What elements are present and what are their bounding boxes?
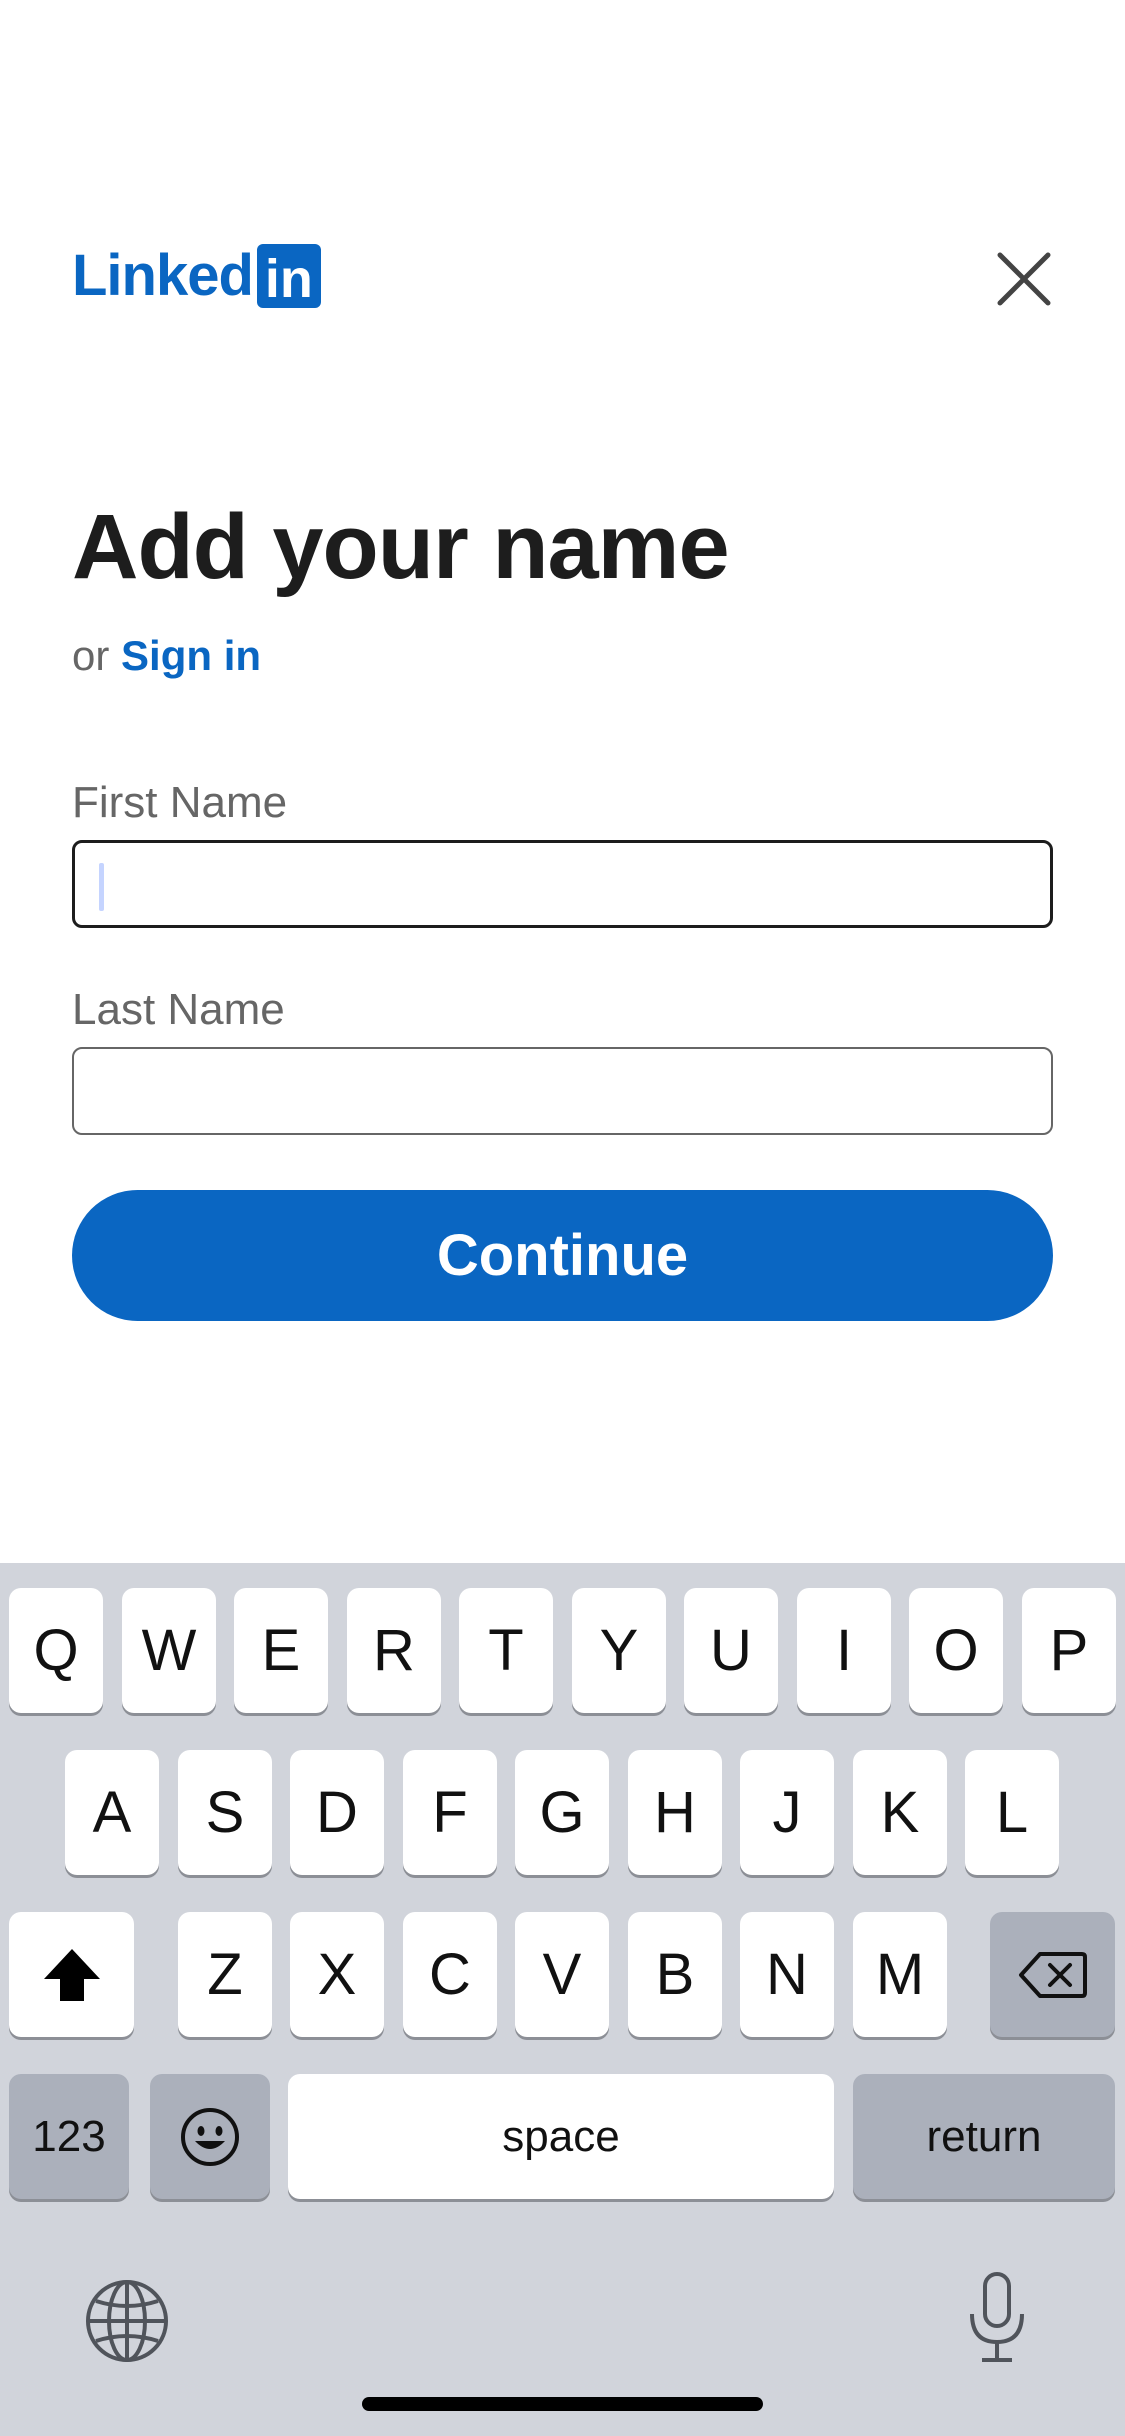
page-title: Add your name: [72, 496, 730, 598]
microphone-button[interactable]: [962, 2268, 1032, 2368]
close-button[interactable]: [990, 245, 1058, 313]
key-v[interactable]: V: [515, 1912, 609, 2037]
key-u[interactable]: U: [684, 1588, 778, 1713]
key-n[interactable]: N: [740, 1912, 834, 2037]
numbers-key[interactable]: 123: [9, 2074, 129, 2199]
emoji-icon: [181, 2107, 239, 2166]
last-name-input[interactable]: [74, 1049, 1051, 1133]
backspace-icon: [1018, 1951, 1087, 1998]
microphone-icon: [970, 2272, 1024, 2362]
or-text: or: [72, 632, 110, 679]
key-q[interactable]: Q: [9, 1588, 103, 1713]
home-indicator: [362, 2397, 763, 2411]
first-name-field[interactable]: [72, 840, 1053, 928]
key-z[interactable]: Z: [178, 1912, 272, 2037]
logo-wordmark: Linked: [72, 243, 254, 308]
linkedin-logo: Linked in: [72, 244, 321, 308]
last-name-field[interactable]: [72, 1047, 1053, 1135]
key-l[interactable]: L: [965, 1750, 1059, 1875]
globe-icon: [86, 2280, 168, 2362]
key-j[interactable]: J: [740, 1750, 834, 1875]
globe-button[interactable]: [80, 2274, 174, 2368]
key-c[interactable]: C: [403, 1912, 497, 2037]
key-g[interactable]: G: [515, 1750, 609, 1875]
text-caret: [99, 863, 104, 911]
key-y[interactable]: Y: [572, 1588, 666, 1713]
key-s[interactable]: S: [178, 1750, 272, 1875]
key-w[interactable]: W: [122, 1588, 216, 1713]
key-h[interactable]: H: [628, 1750, 722, 1875]
key-b[interactable]: B: [628, 1912, 722, 2037]
key-x[interactable]: X: [290, 1912, 384, 2037]
signin-prompt: or Sign in: [72, 632, 261, 680]
last-name-label: Last Name: [72, 985, 285, 1034]
first-name-label: First Name: [72, 778, 288, 827]
return-key[interactable]: return: [853, 2074, 1115, 2199]
shift-key[interactable]: [9, 1912, 134, 2037]
key-d[interactable]: D: [290, 1750, 384, 1875]
key-m[interactable]: M: [853, 1912, 947, 2037]
close-icon: [997, 252, 1051, 306]
shift-icon: [43, 1948, 100, 2001]
key-e[interactable]: E: [234, 1588, 328, 1713]
key-p[interactable]: P: [1022, 1588, 1116, 1713]
key-a[interactable]: A: [65, 1750, 159, 1875]
continue-button[interactable]: Continue: [72, 1190, 1053, 1321]
key-i[interactable]: I: [797, 1588, 891, 1713]
key-t[interactable]: T: [459, 1588, 553, 1713]
emoji-key[interactable]: [150, 2074, 270, 2199]
backspace-key[interactable]: [990, 1912, 1115, 2037]
space-key[interactable]: space: [288, 2074, 834, 2199]
logo-in-box: in: [256, 244, 321, 308]
key-r[interactable]: R: [347, 1588, 441, 1713]
signin-link[interactable]: Sign in: [121, 632, 261, 679]
key-k[interactable]: K: [853, 1750, 947, 1875]
first-name-input[interactable]: [75, 843, 1050, 925]
key-f[interactable]: F: [403, 1750, 497, 1875]
keyboard: Q W E R T Y U I O P A S D F G H J K L Z …: [0, 1563, 1125, 2436]
key-o[interactable]: O: [909, 1588, 1003, 1713]
